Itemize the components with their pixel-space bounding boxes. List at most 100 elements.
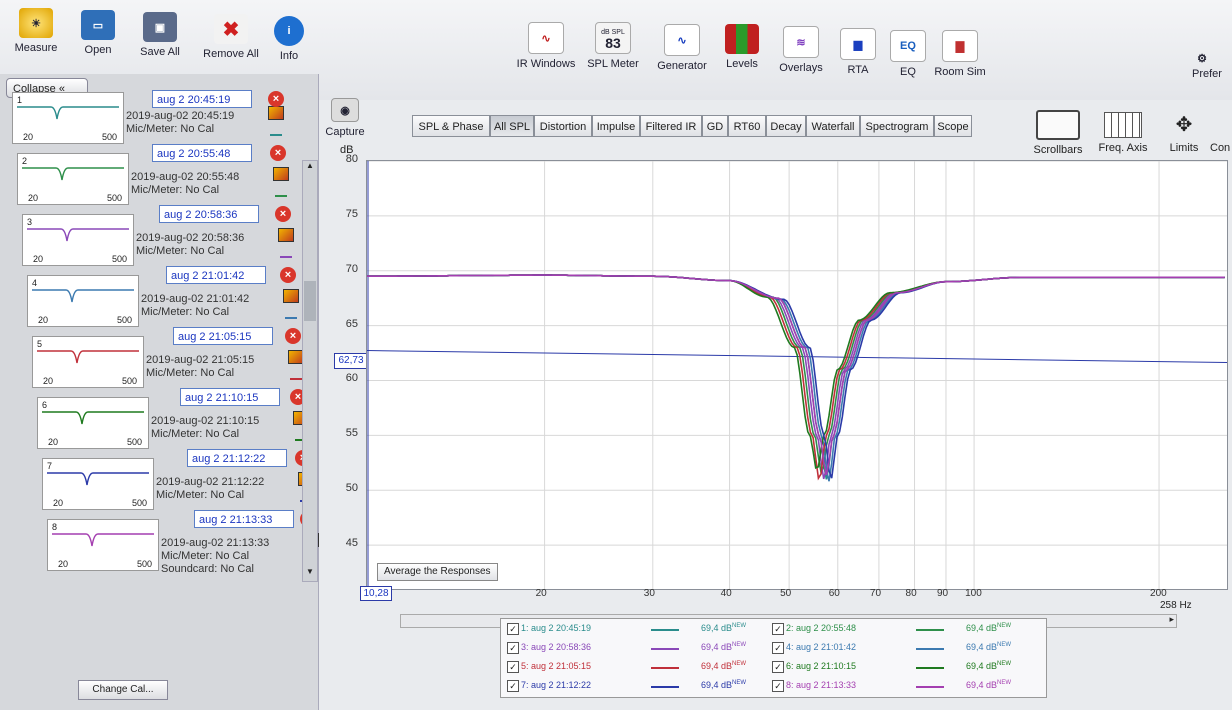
remove-all-button[interactable]: ✖ Remove All (198, 14, 264, 60)
eq-button[interactable]: EQ EQ (890, 30, 926, 78)
save-all-button[interactable]: ▣ Save All (132, 12, 188, 58)
y-tick-label: 45 (345, 537, 358, 550)
measurement-card[interactable]: 5 20 500 2019-aug-02 21:05:15 Mic/Meter: No … (22, 332, 318, 406)
tab-spectrogram[interactable]: Spectrogram (860, 115, 934, 137)
measurement-settings-icon[interactable] (268, 106, 284, 120)
tab-all-spl[interactable]: All SPL (490, 115, 534, 137)
freq-axis-button[interactable]: Freq. Axis (1094, 112, 1152, 154)
measurement-card[interactable]: 8 20 500 2019-aug-02 21:13:33 Mic/Meter: No … (37, 515, 333, 575)
measurement-mic-cal: Mic/Meter: No Cal (161, 550, 250, 562)
freq-axis-icon (1104, 112, 1142, 138)
y-tick-label: 55 (345, 427, 358, 440)
open-button[interactable]: ▭ Open (72, 10, 124, 56)
measurement-card[interactable]: 6 20 500 2019-aug-02 21:10:15 Mic/Meter: No … (27, 393, 323, 467)
measurement-index: 3 (27, 217, 33, 227)
measurement-thumbnail: 8 20 500 (47, 519, 159, 571)
legend-checkbox[interactable]: ✓ (772, 661, 784, 673)
measure-button[interactable]: ☀ Measure (8, 8, 64, 54)
scrollbars-button[interactable]: Scrollbars (1030, 110, 1086, 156)
measurement-name-input[interactable]: aug 2 20:45:19 (152, 90, 252, 108)
preferences-button[interactable]: ⚙ Prefer (1192, 48, 1232, 81)
delete-measurement-icon[interactable]: × (268, 91, 284, 107)
scroll-right-icon[interactable]: ▸ (1169, 614, 1174, 625)
measurement-index: 7 (47, 461, 53, 471)
info-button[interactable]: i Info (270, 16, 308, 62)
tab-waterfall[interactable]: Waterfall (806, 115, 860, 137)
tab-distortion[interactable]: Distortion (534, 115, 592, 137)
legend-new-tag: NEW (732, 623, 747, 629)
spl-series-5 (367, 274, 1225, 481)
measurement-date: 2019-aug-02 21:10:15 (151, 415, 260, 427)
measurement-date: 2019-aug-02 20:45:19 (126, 110, 235, 122)
overlays-button[interactable]: ≋ Overlays (772, 26, 830, 74)
x-tick-label: 60 (828, 588, 840, 599)
limits-button[interactable]: ✥ Limits (1160, 112, 1208, 154)
rta-button[interactable]: ▆ RTA (836, 28, 880, 76)
measurement-settings-icon[interactable] (283, 289, 299, 303)
tab-impulse[interactable]: Impulse (592, 115, 640, 137)
measurement-card[interactable]: 7 20 500 2019-aug-02 21:12:22 Mic/Meter: No … (32, 454, 328, 528)
change-cal-button[interactable]: Change Cal... (78, 680, 168, 700)
limits-icon: ✥ (1175, 114, 1193, 136)
thumbnail-trace (42, 411, 144, 425)
tab-gd[interactable]: GD (702, 115, 728, 137)
measurement-thumbnail: 5 20 500 (32, 336, 144, 388)
tab-filtered-ir[interactable]: Filtered IR (640, 115, 702, 137)
y-cursor-readout: 62,73 (334, 353, 368, 369)
generator-button[interactable]: ∿ Generator (652, 24, 712, 72)
measurement-scrollbar[interactable]: ▲ ▼ (302, 160, 318, 582)
measurement-index: 6 (42, 400, 48, 410)
pen-icon[interactable] (275, 185, 287, 197)
measurement-settings-icon[interactable] (278, 228, 294, 242)
scroll-thumb[interactable] (304, 281, 316, 321)
measurement-card[interactable]: 3 20 500 2019-aug-02 20:58:36 Mic/Meter: No … (12, 210, 308, 284)
spl-series-2 (367, 274, 1225, 476)
legend-checkbox[interactable]: ✓ (507, 680, 519, 692)
controls-button[interactable]: Con (1210, 112, 1232, 154)
pen-icon[interactable] (280, 246, 292, 258)
y-tick-label: 65 (345, 317, 358, 330)
measurement-date: 2019-aug-02 21:12:22 (156, 476, 265, 488)
x-axis-unit-label: 258 Hz (1160, 600, 1192, 611)
pen-icon[interactable] (290, 368, 302, 380)
x-tick-label: 100 (965, 588, 982, 599)
legend-checkbox[interactable]: ✓ (507, 642, 519, 654)
thumbnail-trace (27, 228, 129, 242)
measurement-mic-cal: Mic/Meter: No Cal (126, 123, 215, 135)
measurement-card[interactable]: 1 20 500 2019-aug-02 20:45:19 Mic/Meter: No … (2, 88, 298, 162)
room-sim-button[interactable]: ▇ Room Sim (932, 30, 988, 78)
spl-graph[interactable]: Average the Responses (366, 160, 1228, 590)
measurement-card[interactable]: 4 20 500 2019-aug-02 21:01:42 Mic/Meter: No … (17, 271, 313, 345)
legend-checkbox[interactable]: ✓ (772, 680, 784, 692)
x-tick-label: 80 (905, 588, 917, 599)
ir-windows-button[interactable]: ∿ IR Windows (512, 22, 580, 70)
levels-button[interactable]: Levels (718, 24, 766, 70)
measurement-card[interactable]: 2 20 500 2019-aug-02 20:55:48 Mic/Meter: No … (7, 149, 303, 223)
tab-scope[interactable]: Scope (934, 115, 972, 137)
capture-button[interactable]: ◉ Capture (320, 98, 370, 138)
legend-checkbox[interactable]: ✓ (507, 623, 519, 635)
thumb-x-min: 20 (48, 437, 59, 447)
graph-legend: ✓ 1: aug 2 20:45:19 69,4 dBNEW ✓ 2: aug 2 20… (500, 618, 1047, 698)
spl-series-1 (367, 274, 1225, 480)
pen-icon[interactable] (285, 307, 297, 319)
measurement-settings-icon[interactable] (273, 167, 289, 181)
scroll-up-icon[interactable]: ▲ (303, 161, 317, 175)
legend-checkbox[interactable]: ✓ (772, 642, 784, 654)
tab-spl-phase[interactable]: SPL & Phase (412, 115, 490, 137)
tab-decay[interactable]: Decay (766, 115, 806, 137)
measurement-soundcard-cal: Soundcard: No Cal (161, 563, 254, 575)
thumb-x-max: 500 (116, 315, 132, 325)
thumb-x-max: 500 (136, 559, 152, 569)
legend-checkbox[interactable]: ✓ (507, 661, 519, 673)
tab-rt60[interactable]: RT60 (728, 115, 766, 137)
generator-icon: ∿ (664, 24, 700, 56)
pen-icon[interactable] (270, 124, 282, 136)
x-tick-label: 20 (535, 588, 547, 599)
spl-meter-button[interactable]: dB SPL 83 SPL Meter (584, 22, 642, 70)
legend-checkbox[interactable]: ✓ (772, 623, 784, 635)
y-tick-label: 60 (345, 372, 358, 385)
average-responses-button[interactable]: Average the Responses (377, 563, 498, 581)
scrollbars-icon (1036, 110, 1080, 140)
scroll-down-icon[interactable]: ▼ (303, 567, 317, 581)
